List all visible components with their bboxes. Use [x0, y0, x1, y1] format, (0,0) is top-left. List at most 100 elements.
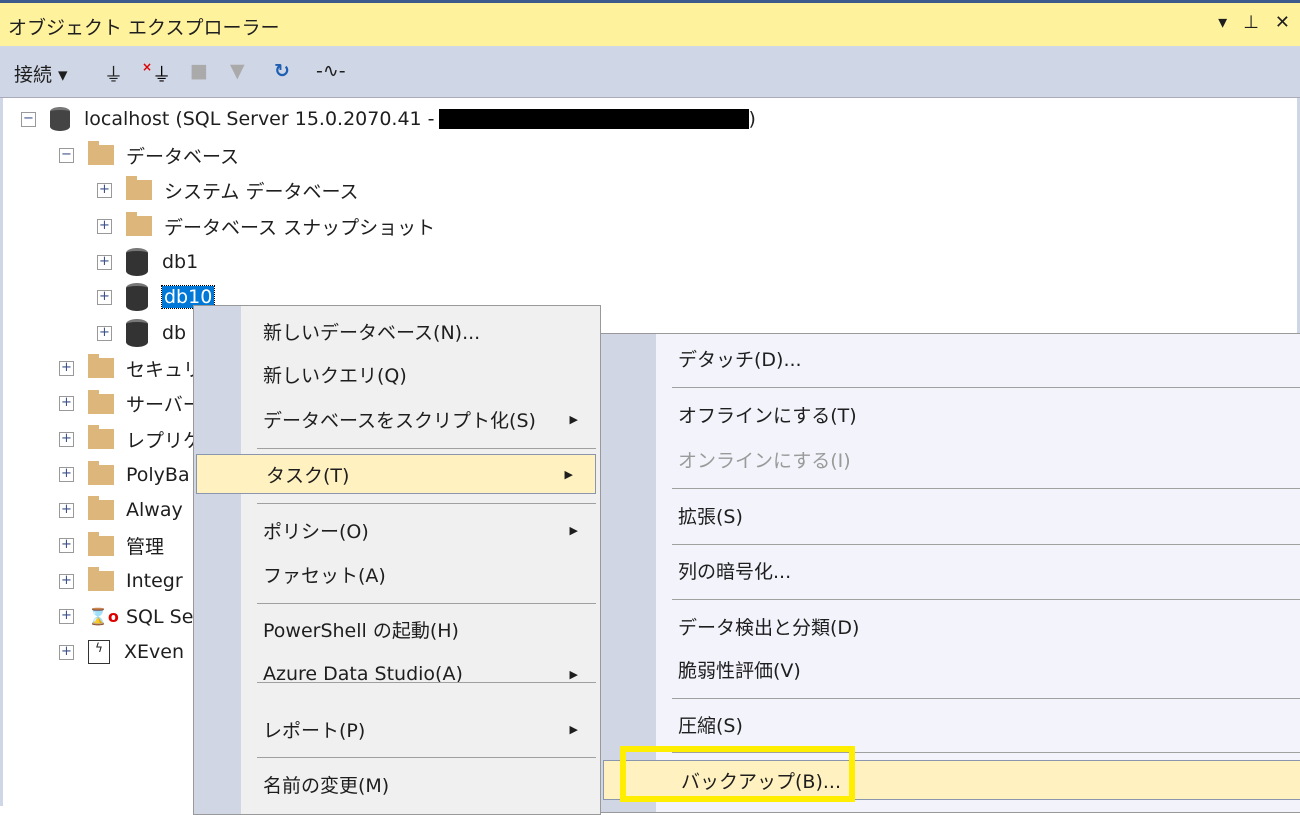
task-submenu: デタッチ(D)... オフラインにする(T) オンラインにする(I) 拡張(S) 列の暗…: [600, 333, 1300, 813]
menu-item[interactable]: 新しいデータベース(N)...: [194, 311, 600, 351]
tree-node[interactable]: + 管理: [59, 530, 164, 562]
folder-icon: [88, 141, 114, 165]
menu-item-label: デタッチ(D)...: [678, 348, 802, 371]
node-label: 管理: [126, 536, 165, 558]
tree-node[interactable]: + レプリケ: [59, 423, 202, 455]
connect-plug-icon[interactable]: ⏚: [104, 60, 123, 87]
menu-item[interactable]: バックアップ(B)...: [603, 760, 1300, 800]
menu-item[interactable]: ポリシー(O) ▶: [194, 510, 600, 550]
expand-icon[interactable]: +: [97, 182, 112, 198]
menu-separator: [672, 488, 1300, 489]
menu-item[interactable]: 圧縮(S): [601, 704, 1300, 744]
toolbar: 接続 ▾ ⏚ ×⏚ ■ ▼ ↻ -∿-: [0, 46, 1300, 98]
tree-node[interactable]: + セキュリ: [59, 352, 202, 384]
expand-icon[interactable]: +: [59, 502, 74, 518]
window-title: オブジェクト エクスプローラー: [8, 17, 280, 39]
connect-button[interactable]: 接続 ▾: [14, 60, 68, 87]
menu-item[interactable]: データベースをスクリプト化(S) ▶: [194, 399, 600, 439]
collapse-icon[interactable]: −: [21, 111, 36, 127]
filter-icon[interactable]: ▼: [230, 60, 245, 82]
menu-item[interactable]: オンラインにする(I): [601, 439, 1300, 479]
tree-node-db1[interactable]: + db1: [97, 246, 198, 278]
node-label: データベース: [126, 145, 240, 168]
expand-icon[interactable]: +: [97, 254, 112, 270]
node-label: サーバー: [126, 394, 202, 416]
folder-icon: [126, 212, 152, 236]
menu-item-label: データベースをスクリプト化(S): [263, 409, 536, 432]
menu-item[interactable]: ファセット(A): [194, 554, 600, 594]
expand-icon[interactable]: +: [59, 538, 74, 553]
menu-item[interactable]: タスク(T) ▶: [196, 454, 596, 494]
menu-item-label: 新しいクエリ(Q): [263, 364, 407, 387]
tree-node-databases[interactable]: − データベース: [59, 139, 239, 171]
expand-icon[interactable]: +: [59, 573, 74, 589]
title-bar: オブジェクト エクスプローラー ▾ ⊥ ✕: [0, 0, 1300, 46]
menu-item[interactable]: データ検出と分類(D): [601, 606, 1300, 646]
refresh-icon[interactable]: ↻: [274, 60, 290, 82]
redaction-bar: [438, 109, 749, 129]
menu-item[interactable]: Azure Data Studio(A) ▶: [194, 654, 600, 694]
menu-item[interactable]: 名前の変更(M): [194, 764, 600, 804]
menu-item[interactable]: 新しいクエリ(Q): [194, 354, 600, 394]
menu-separator: [257, 682, 596, 683]
expand-icon[interactable]: +: [59, 396, 74, 411]
menu-item-label: オンラインにする(I): [678, 449, 851, 472]
menu-item-label: オフラインにする(T): [678, 404, 857, 427]
node-label: PolyBa: [126, 463, 190, 486]
menu-separator: [672, 599, 1300, 600]
menu-item-label: 脆弱性評価(V): [678, 659, 801, 682]
tree-node[interactable]: + PolyBa: [59, 459, 190, 491]
expand-icon[interactable]: +: [97, 289, 112, 305]
folder-icon: [88, 531, 114, 556]
folder-icon: [88, 460, 114, 485]
folder-icon: [88, 567, 114, 591]
expand-icon[interactable]: +: [59, 644, 74, 660]
menu-item-label: 新しいデータベース(N)...: [263, 321, 481, 344]
menu-item[interactable]: オフラインにする(T): [601, 394, 1300, 434]
tree-node[interactable]: + ϟ XEven: [59, 636, 184, 668]
close-icon[interactable]: ✕: [1275, 12, 1290, 33]
tree-node-server[interactable]: − localhost (SQL Server 15.0.2070.41 - ): [21, 103, 756, 135]
expand-icon[interactable]: +: [97, 218, 112, 234]
menu-item-label: タスク(T): [266, 464, 350, 487]
menu-separator: [257, 757, 596, 758]
node-label: XEven: [124, 641, 184, 663]
node-label: セキュリ: [126, 358, 203, 381]
menu-separator: [257, 448, 596, 449]
menu-item[interactable]: PowerShell の起動(H): [194, 609, 600, 649]
server-icon: [50, 107, 70, 131]
menu-item-label: ファセット(A): [263, 564, 386, 587]
tree-node[interactable]: + Alway: [59, 494, 183, 526]
expand-icon[interactable]: +: [97, 325, 112, 341]
tree-node-system-databases[interactable]: + システム データベース: [97, 174, 359, 206]
collapse-icon[interactable]: −: [59, 147, 74, 163]
server-label: localhost (SQL Server 15.0.2070.41 -: [84, 108, 435, 130]
xevent-icon: ϟ: [88, 640, 110, 664]
tree-node-db[interactable]: + db: [97, 317, 186, 349]
menu-item-label: 列の暗号化...: [678, 560, 792, 583]
menu-item-label: データ検出と分類(D): [678, 616, 860, 639]
expand-icon[interactable]: +: [59, 609, 74, 624]
menu-item[interactable]: レポート(P) ▶: [194, 709, 600, 749]
expand-icon[interactable]: +: [59, 431, 74, 447]
pin-icon[interactable]: ⊥: [1243, 12, 1259, 33]
menu-separator: [672, 544, 1300, 545]
menu-item[interactable]: デタッチ(D)...: [601, 338, 1300, 378]
menu-separator: [672, 698, 1300, 699]
disconnect-icon[interactable]: ×⏚: [142, 60, 171, 87]
menu-item[interactable]: 列の暗号化...: [601, 550, 1300, 590]
expand-icon[interactable]: +: [59, 360, 74, 376]
activity-monitor-icon[interactable]: -∿-: [316, 60, 346, 82]
menu-item-label: ポリシー(O): [263, 520, 369, 543]
tree-node-snapshots[interactable]: + データベース スナップショット: [97, 210, 435, 242]
tree-node[interactable]: + Integr: [59, 565, 183, 597]
dropdown-icon[interactable]: ▾: [1218, 12, 1227, 33]
menu-item[interactable]: 拡張(S): [601, 495, 1300, 535]
expand-icon[interactable]: +: [59, 467, 74, 482]
node-label: SQL Se: [126, 605, 194, 628]
menu-item-label: PowerShell の起動(H): [263, 619, 459, 642]
tree-node[interactable]: + サーバー: [59, 388, 202, 420]
stop-icon[interactable]: ■: [190, 60, 208, 82]
menu-item[interactable]: 脆弱性評価(V): [601, 649, 1300, 689]
tree-node[interactable]: + ⌛o SQL Se: [59, 601, 193, 633]
